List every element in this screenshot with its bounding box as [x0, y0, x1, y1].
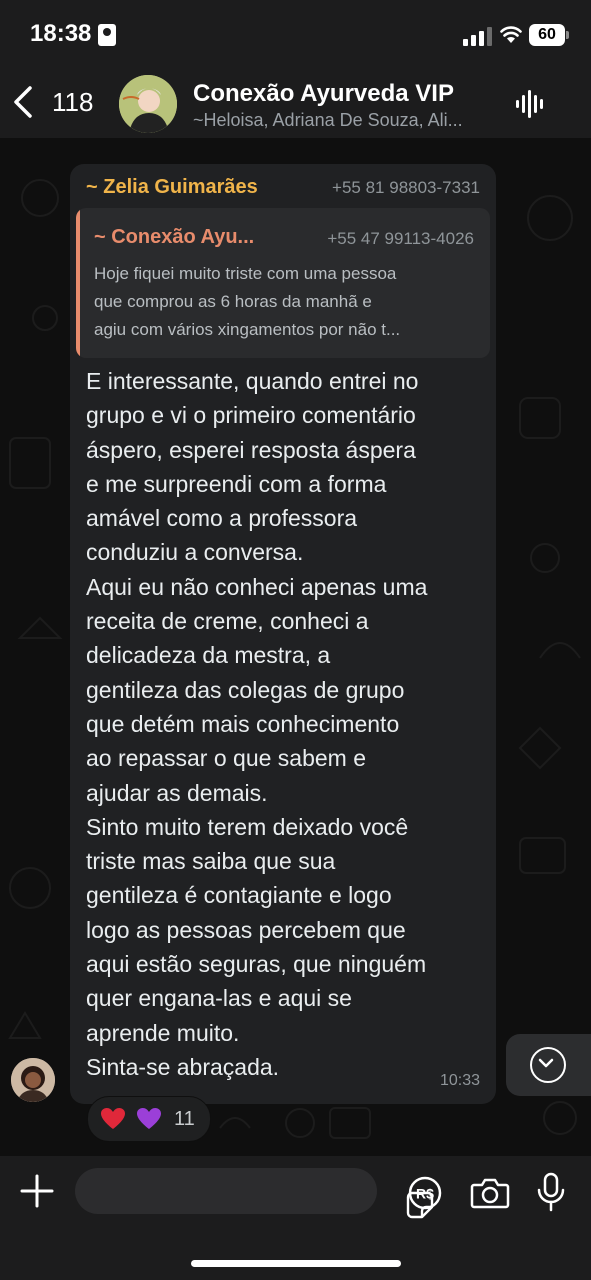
quoted-message[interactable]: ~ Conexão Ayu... +55 47 99113-4026 Hoje …: [76, 208, 490, 358]
group-avatar[interactable]: [119, 75, 177, 133]
message-line: áspero, esperei resposta áspera: [86, 436, 416, 463]
sender-name[interactable]: ~ Zelia Guimarães: [86, 176, 258, 199]
battery-indicator: 60: [529, 24, 569, 46]
sender-phone: +55 81 98803-7331: [332, 178, 480, 197]
message-line: grupo e vi o primeiro comentário: [86, 402, 416, 429]
message-line: e me surpreendi com a forma: [86, 470, 387, 497]
message-line: E interessante, quando entrei no: [86, 368, 419, 394]
camera-icon[interactable]: [470, 1176, 510, 1210]
wifi-icon: [500, 26, 522, 43]
status-bar: 18:38 60: [0, 0, 591, 72]
quote-text: Hoje fiquei muito triste com uma pessoa …: [94, 260, 482, 344]
message-line: gentileza das colegas de grupo: [86, 676, 405, 703]
scroll-to-bottom-button[interactable]: [506, 1034, 591, 1096]
message-line: triste mas saiba que sua: [86, 848, 336, 875]
message-line: gentileza é contagiante e logo: [86, 882, 392, 909]
pix-label: R$: [416, 1186, 434, 1202]
quote-line: que comprou as 6 horas da manhã e: [94, 292, 372, 311]
pix-icon[interactable]: R$: [408, 1176, 442, 1210]
mic-icon[interactable]: [536, 1172, 566, 1212]
cellular-signal-icon: [463, 27, 492, 46]
message-line: delicadeza da mestra, a: [86, 642, 331, 669]
message-line: quer engana-las e aqui se: [86, 985, 352, 1012]
quote-author: ~ Conexão Ayu...: [94, 226, 255, 248]
message-line: Sinto muito terem deixado você: [86, 813, 409, 840]
quote-accent-bar: [76, 208, 80, 358]
sender-avatar-image: [11, 1058, 55, 1102]
message-line: que detém mais conhecimento: [86, 710, 400, 737]
chat-area[interactable]: ~ Zelia Guimarães +55 81 98803-7331 ~ Co…: [0, 138, 591, 1156]
status-time: 18:38: [30, 20, 92, 47]
message-line: aprende muito.: [86, 1019, 240, 1046]
quote-line: Hoje fiquei muito triste com uma pessoa: [94, 264, 397, 283]
message-line: ajudar as demais.: [86, 779, 268, 806]
message-line: aqui estão seguras, que ninguém: [86, 951, 427, 978]
quote-line: agiu com vários xingamentos por não t...: [94, 320, 401, 339]
message-bubble[interactable]: ~ Zelia Guimarães +55 81 98803-7331 ~ Co…: [70, 164, 496, 1104]
chevron-down-icon: [530, 1047, 566, 1083]
quote-phone: +55 47 99113-4026: [327, 229, 474, 248]
message-line: Aqui eu não conheci apenas uma: [86, 573, 428, 600]
home-indicator[interactable]: [191, 1260, 401, 1267]
back-button[interactable]: 118: [10, 82, 93, 122]
message-input[interactable]: [75, 1168, 434, 1219]
unread-count: 118: [52, 86, 94, 117]
plus-icon[interactable]: [20, 1174, 54, 1208]
message-text: E interessante, quando entrei no grupo e…: [86, 364, 486, 1084]
red-heart-icon: [101, 1108, 125, 1129]
message-line: conduziu a conversa.: [86, 539, 304, 566]
message-line: amável como a professora: [86, 505, 358, 532]
chat-header: 118 Conexão Ayurveda VIP ~Heloisa, Adria…: [0, 72, 591, 138]
audio-wave-icon[interactable]: [515, 88, 547, 120]
message-line: receita de creme, conheci a: [86, 608, 369, 635]
id-card-icon: [98, 24, 116, 46]
chevron-left-icon: [14, 86, 32, 118]
sender-avatar[interactable]: [11, 1058, 55, 1102]
message-line: ao repassar o que sabem e: [86, 745, 367, 772]
message-line: logo as pessoas percebem que: [86, 916, 406, 943]
purple-heart-icon: [137, 1108, 161, 1129]
input-bar: R$: [0, 1156, 591, 1280]
reaction-count: 11: [174, 1107, 195, 1130]
chat-members[interactable]: ~Heloisa, Adriana De Souza, Ali...: [193, 110, 493, 131]
message-time: 10:33: [439, 1072, 480, 1089]
message-line: Sinta-se abraçada.: [86, 1053, 280, 1080]
chat-title[interactable]: Conexão Ayurveda VIP: [193, 80, 454, 108]
group-avatar-image: [119, 75, 177, 133]
reactions-pill[interactable]: 11: [87, 1096, 211, 1142]
